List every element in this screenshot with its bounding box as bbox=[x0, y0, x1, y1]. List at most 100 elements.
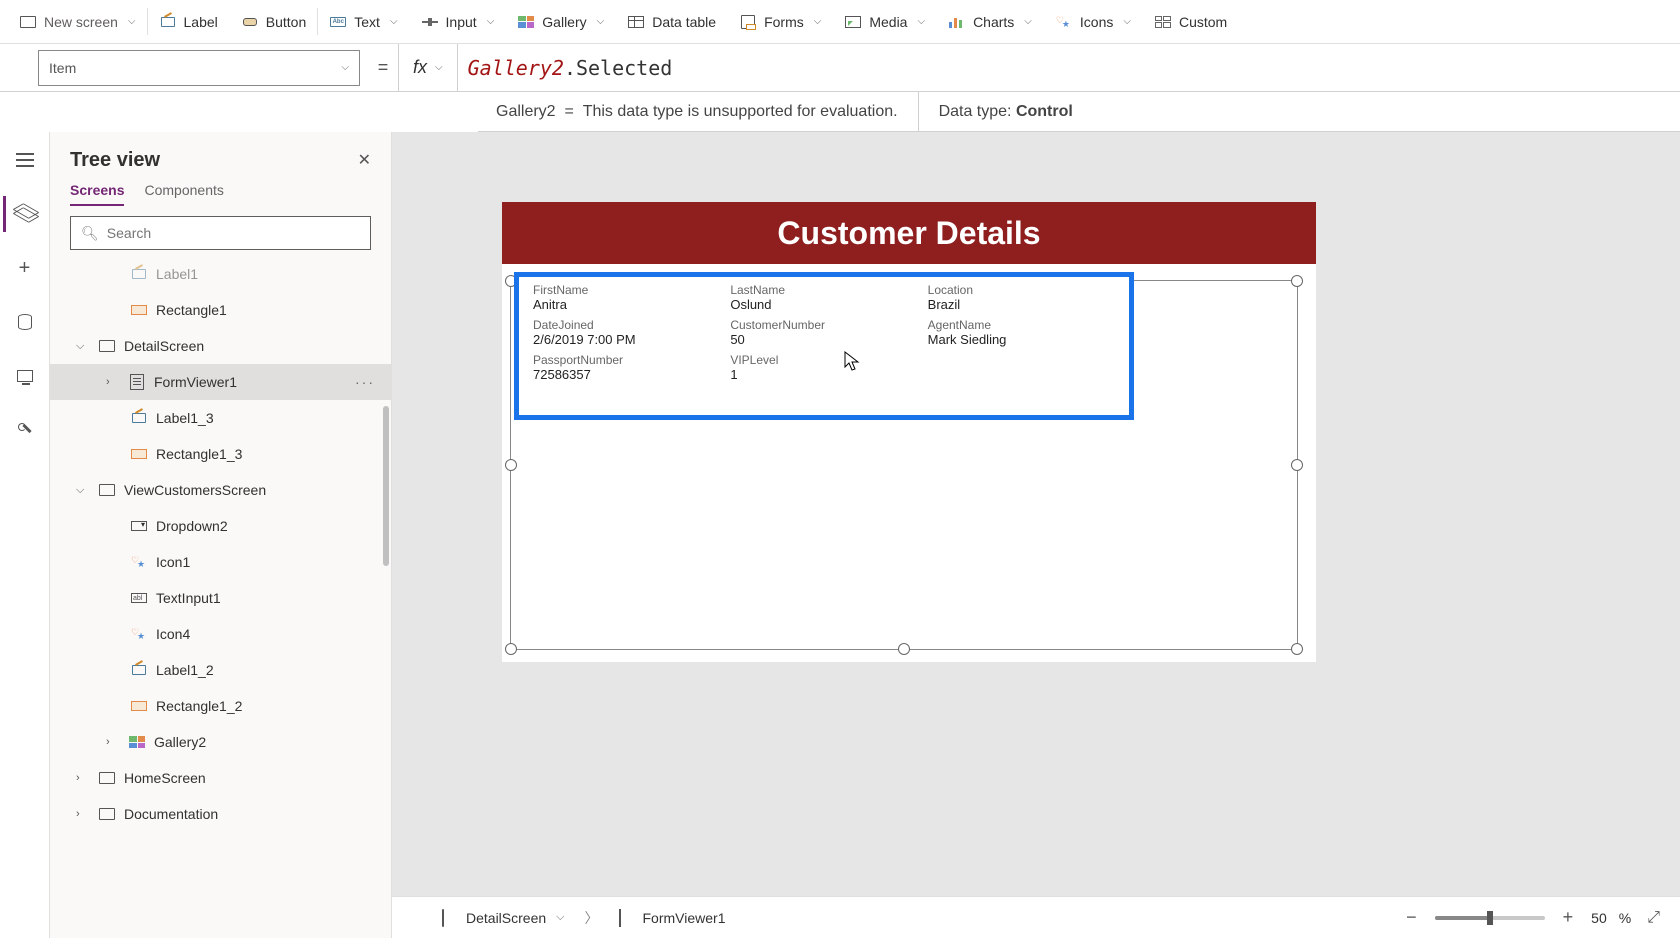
icons-button[interactable]: Icons ⌵ bbox=[1044, 0, 1143, 43]
tab-screens[interactable]: Screens bbox=[70, 182, 124, 206]
charts-icon bbox=[949, 14, 965, 30]
tree-search[interactable]: 🔍︎ bbox=[70, 216, 371, 250]
tree-search-input[interactable] bbox=[107, 225, 360, 241]
equals-sign: = bbox=[368, 57, 398, 78]
tree-item-label1-2[interactable]: Label1_2 bbox=[50, 652, 391, 688]
label-icon bbox=[130, 409, 148, 427]
expander-icon[interactable]: › bbox=[76, 808, 90, 820]
tree-item-rectangle1-2[interactable]: Rectangle1_2 bbox=[50, 688, 391, 724]
field-value: 1 bbox=[730, 367, 917, 382]
scrollbar-thumb[interactable] bbox=[383, 406, 389, 566]
tree-item-label: Rectangle1_3 bbox=[156, 446, 242, 462]
property-selector[interactable]: Item ⌵ bbox=[38, 50, 360, 86]
tree-list: Label1 Rectangle1 ⌵ DetailScreen › FormV… bbox=[50, 256, 391, 938]
tree-item-formviewer1[interactable]: › FormViewer1 ··· bbox=[50, 364, 391, 400]
tree-item-icon4[interactable]: Icon4 bbox=[50, 616, 391, 652]
field-label: PassportNumber bbox=[533, 353, 720, 367]
breadcrumb-control[interactable]: FormViewer1 bbox=[607, 906, 738, 930]
data-table-button[interactable]: Data table bbox=[616, 0, 728, 43]
input-button[interactable]: Input ⌵ bbox=[410, 0, 507, 43]
breadcrumb-screen[interactable]: DetailScreen ⌵ bbox=[430, 906, 577, 930]
tree-item-label: Label1 bbox=[156, 266, 198, 282]
tree-view-title: Tree view bbox=[70, 149, 160, 172]
tree-item-label: Rectangle1_2 bbox=[156, 698, 242, 714]
input-icon bbox=[422, 14, 438, 30]
media-rail-button[interactable] bbox=[5, 358, 45, 394]
field-datejoined: DateJoined 2/6/2019 7:00 PM bbox=[533, 318, 720, 351]
label-button[interactable]: Label bbox=[148, 0, 230, 43]
fx-button[interactable]: fx ⌵ bbox=[398, 44, 457, 92]
media-button[interactable]: Media ⌵ bbox=[833, 0, 937, 43]
wrench-icon bbox=[18, 423, 32, 437]
plus-icon: + bbox=[19, 257, 31, 280]
field-value: Anitra bbox=[533, 297, 720, 312]
breadcrumb-label: FormViewer1 bbox=[643, 910, 726, 926]
tree-item-icon1[interactable]: Icon1 bbox=[50, 544, 391, 580]
tree-item-textinput1[interactable]: abl TextInput1 bbox=[50, 580, 391, 616]
field-label: VIPLevel bbox=[730, 353, 917, 367]
formula-result-bar: Gallery2 = This data type is unsupported… bbox=[478, 92, 1680, 132]
chevron-down-icon: ⌵ bbox=[917, 16, 925, 27]
tree-item-label: Label1_2 bbox=[156, 662, 214, 678]
formula-input[interactable]: Gallery2.Selected bbox=[457, 44, 1680, 92]
result-eq: = bbox=[564, 103, 573, 121]
charts-button[interactable]: Charts ⌵ bbox=[937, 0, 1044, 43]
forms-button[interactable]: Forms ⌵ bbox=[728, 0, 833, 43]
fit-to-window-button[interactable]: ⤢ bbox=[1641, 909, 1666, 927]
tree-item-detailscreen[interactable]: ⌵ DetailScreen bbox=[50, 328, 391, 364]
advanced-tools-button[interactable] bbox=[5, 412, 45, 448]
gallery-button[interactable]: Gallery ⌵ bbox=[506, 0, 616, 43]
text-icon: Abc bbox=[330, 14, 346, 30]
zoom-control: − + 50 % bbox=[1400, 907, 1631, 928]
tree-item-gallery2[interactable]: › Gallery2 bbox=[50, 724, 391, 760]
insert-button[interactable]: + bbox=[5, 250, 45, 286]
field-label: FirstName bbox=[533, 283, 720, 297]
ribbon-button-label: Button bbox=[266, 14, 306, 30]
form-viewer-selected[interactable]: FirstName Anitra LastName Oslund Locatio… bbox=[514, 272, 1134, 420]
tree-item-label1-3[interactable]: Label1_3 bbox=[50, 400, 391, 436]
tree-item-dropdown2[interactable]: Dropdown2 bbox=[50, 508, 391, 544]
hamburger-button[interactable] bbox=[5, 142, 45, 178]
more-options-button[interactable]: ··· bbox=[355, 374, 375, 390]
custom-button[interactable]: Custom bbox=[1143, 0, 1239, 43]
tree-item-homescreen[interactable]: › HomeScreen bbox=[50, 760, 391, 796]
tree-item-label: Label1_3 bbox=[156, 410, 214, 426]
zoom-slider[interactable] bbox=[1435, 916, 1545, 920]
tree-item-rectangle1[interactable]: Rectangle1 bbox=[50, 292, 391, 328]
close-panel-button[interactable]: ✕ bbox=[354, 146, 375, 174]
tree-view-panel: Tree view ✕ Screens Components 🔍︎ Label1… bbox=[50, 132, 392, 938]
expander-icon[interactable]: › bbox=[106, 376, 120, 388]
chevron-down-icon: ⌵ bbox=[1024, 16, 1032, 27]
text-button[interactable]: Abc Text ⌵ bbox=[318, 0, 409, 43]
canvas[interactable]: Customer Details bbox=[392, 132, 1680, 938]
expander-icon[interactable]: ⌵ bbox=[76, 340, 90, 353]
data-button[interactable] bbox=[5, 304, 45, 340]
button-button[interactable]: Button bbox=[230, 0, 318, 43]
formula-bar: Item ⌵ = fx ⌵ Gallery2.Selected bbox=[0, 44, 1680, 92]
expander-icon[interactable]: ⌵ bbox=[76, 484, 90, 497]
screen-icon bbox=[98, 337, 116, 355]
label-icon bbox=[130, 265, 148, 283]
formula-token-name: Gallery2 bbox=[468, 56, 564, 80]
zoom-in-button[interactable]: + bbox=[1557, 907, 1580, 928]
tree-item-label1[interactable]: Label1 bbox=[50, 256, 391, 292]
expander-icon[interactable]: › bbox=[106, 736, 120, 748]
tree-view-button[interactable] bbox=[3, 196, 43, 232]
chevron-down-icon: ⌵ bbox=[556, 911, 564, 924]
status-bar: DetailScreen ⌵ 〉 FormViewer1 − + 50 bbox=[392, 896, 1680, 938]
chevron-down-icon: ⌵ bbox=[435, 62, 443, 73]
field-label: AgentName bbox=[928, 318, 1115, 332]
fx-label: fx bbox=[413, 57, 427, 78]
tree-item-rectangle1-3[interactable]: Rectangle1_3 bbox=[50, 436, 391, 472]
ribbon-label: Label bbox=[184, 14, 218, 30]
left-rail: + bbox=[0, 132, 50, 938]
tree-item-documentation[interactable]: › Documentation bbox=[50, 796, 391, 832]
expander-icon[interactable]: › bbox=[76, 772, 90, 784]
tree-item-viewcustomersscreen[interactable]: ⌵ ViewCustomersScreen bbox=[50, 472, 391, 508]
zoom-out-button[interactable]: − bbox=[1400, 907, 1423, 928]
chevron-down-icon: ⌵ bbox=[597, 16, 605, 27]
new-screen-button[interactable]: New screen ⌵ bbox=[8, 0, 148, 43]
tab-components[interactable]: Components bbox=[144, 182, 223, 206]
field-label: CustomerNumber bbox=[730, 318, 917, 332]
tree-item-label: ViewCustomersScreen bbox=[124, 482, 266, 498]
